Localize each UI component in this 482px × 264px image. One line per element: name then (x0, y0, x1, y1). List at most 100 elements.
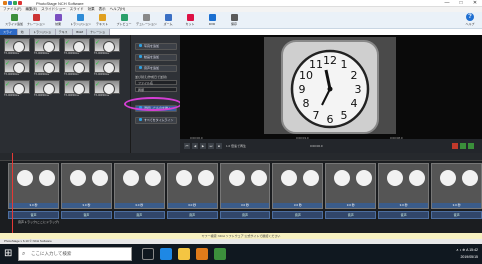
timeline-clip[interactable]: 3.0 秒 (272, 163, 324, 209)
window-title: PhotoStage NCH Software (36, 1, 84, 6)
all-to-timeline-button[interactable]: すべてをタイムライン (135, 117, 177, 124)
audio-clip[interactable]: 音声 (60, 211, 112, 219)
preview-icon (120, 14, 128, 21)
check-icon: ✓ (5, 40, 11, 46)
edge-icon[interactable] (160, 248, 172, 260)
check-icon: ✓ (95, 40, 101, 46)
dvd-button[interactable]: DVD (202, 14, 222, 28)
audio-clip[interactable]: 音声 (219, 211, 271, 219)
audio-clip[interactable]: 音声 (378, 211, 430, 219)
stop-button[interactable]: ■ (216, 143, 222, 149)
bin-clip[interactable]: ✓ TX-00090002 (34, 38, 60, 57)
check-icon: ✓ (5, 61, 11, 67)
close-button[interactable]: ✕ (468, 0, 482, 7)
sort-order-select[interactable]: 昇順 (135, 87, 177, 92)
audio-clip[interactable]: 音声 (166, 211, 218, 219)
clock-numeral: 2 (351, 69, 358, 82)
current-time: 0:00:00.0 (310, 144, 323, 148)
cut-icon (186, 14, 194, 21)
zoom-button[interactable]: ズーム (158, 14, 178, 28)
undo-icon[interactable] (13, 1, 17, 5)
timeline-clip[interactable]: 3.0 秒 (8, 163, 59, 209)
clip-image (438, 168, 459, 188)
audio-clip[interactable]: 音声 (431, 211, 482, 219)
bin-clip[interactable]: ✓ TX-00090011 (64, 80, 90, 99)
timeline-clip[interactable]: 3.0 秒 (113, 163, 165, 209)
timeline-ruler[interactable] (0, 153, 482, 161)
task-view-icon[interactable] (142, 248, 154, 260)
minimize-button[interactable]: — (440, 0, 454, 7)
text-button[interactable]: テキスト (92, 14, 112, 28)
clip-image (67, 168, 88, 188)
system-tray[interactable]: ∧ ♪ ⊕ A 15:42 2019/05/15 (456, 247, 478, 261)
save-icon (230, 14, 238, 21)
audio-clip[interactable]: 音声 (8, 211, 59, 219)
app-icon (3, 1, 7, 5)
bin-clip[interactable]: ✓ TX-00090001 (4, 38, 30, 57)
check-icon: ✓ (5, 82, 11, 88)
audio-clip[interactable]: 音声 (113, 211, 165, 219)
fullscreen-icon[interactable] (460, 143, 466, 149)
cut-button[interactable]: カット (180, 14, 200, 28)
timeline-clip[interactable]: 3.0 秒 (166, 163, 218, 209)
help-button[interactable]: ? ヘルプ (462, 13, 478, 28)
preview-button[interactable]: プレビュー (114, 14, 134, 28)
play-button[interactable]: ▶ (200, 143, 206, 149)
add-photos-button[interactable]: 写真を追加 (135, 43, 177, 50)
highlight-annotation (124, 97, 182, 111)
narration-button[interactable]: ナレーション (26, 14, 46, 28)
bin-clip[interactable]: ✓ TX-00090007 (64, 59, 90, 78)
settings-icon[interactable] (468, 143, 474, 149)
windows-start-icon[interactable]: ⊞ (4, 248, 16, 260)
bin-clip[interactable]: ✓ TX-00090012 (94, 80, 120, 99)
clock-numeral: 3 (355, 83, 362, 96)
timeline-clip[interactable]: 3.0 秒 (325, 163, 377, 209)
duration-icon (142, 14, 150, 21)
save-button[interactable]: 保存 (224, 14, 244, 28)
bin-clip[interactable]: ✓ TX-00090003 (64, 38, 90, 57)
add-video-button[interactable]: 動画を追加 (135, 54, 177, 61)
clip-image (279, 168, 300, 188)
step-back-button[interactable]: ◀ (192, 143, 198, 149)
redo-icon[interactable] (18, 1, 22, 5)
play-speed-label[interactable]: 1.0 倍速で再生 (226, 144, 246, 148)
timeline-clip[interactable]: 3.0 秒 (219, 163, 271, 209)
notice-banner[interactable]: ヤフー検索: NCH ソフトウェア 公式サイトで確認ください (0, 233, 482, 239)
bin-clip[interactable]: ✓ TX-00090010 (34, 80, 60, 99)
maximize-button[interactable]: □ (454, 0, 468, 7)
bin-clip[interactable]: ✓ TX-00090009 (4, 80, 30, 99)
bin-clip[interactable]: ✓ TX-00090008 (94, 59, 120, 78)
taskbar-search-input[interactable]: ⌕ ここに入力して検索 (18, 247, 132, 261)
timeline-clip[interactable]: 3.0 秒 (378, 163, 430, 209)
bin-clip[interactable]: ✓ TX-00090005 (4, 59, 30, 78)
sort-field-select[interactable]: ファイル名 (135, 80, 177, 85)
quick-access-toolbar[interactable] (3, 1, 33, 6)
preview-video: 12 1 2 3 4 5 6 7 8 9 10 11 (264, 37, 396, 134)
audio-clip[interactable]: 音声 (325, 211, 377, 219)
sort-label: 並び替え(作成日で並替) (135, 75, 167, 79)
photostage-taskbar-icon[interactable] (196, 248, 208, 260)
check-icon: ✓ (65, 40, 71, 46)
audio-clip[interactable]: 音声 (272, 211, 324, 219)
clip-image (142, 168, 163, 188)
go-start-button[interactable]: ⏮ (184, 143, 190, 149)
go-end-button[interactable]: ⏭ (208, 143, 214, 149)
record-icon[interactable] (452, 143, 458, 149)
duration-button[interactable]: デュレーション (136, 14, 157, 28)
bin-clip[interactable]: ✓ TX-00090006 (34, 59, 60, 78)
clock-numeral: 5 (341, 109, 348, 122)
clip-image (37, 168, 57, 188)
transition-button[interactable]: トランジション (70, 14, 91, 28)
app-taskbar-icon[interactable] (214, 248, 226, 260)
save-icon[interactable] (8, 1, 12, 5)
clock-numeral: 9 (299, 83, 306, 96)
add-audio-button[interactable]: 音声を追加 (135, 65, 177, 72)
effects-button[interactable]: 効果 (48, 14, 68, 28)
explorer-icon[interactable] (178, 248, 190, 260)
timeline-clip[interactable]: 3.0 秒 (431, 163, 482, 209)
playhead[interactable] (12, 153, 13, 233)
timeline-clip[interactable]: 3.0 秒 (60, 163, 112, 209)
add-slides-button[interactable]: スライド追加 (4, 14, 24, 28)
clock-image: 12 1 2 3 4 5 6 7 8 9 10 11 (264, 37, 396, 134)
bin-clip[interactable]: ✓ TX-00090004 (94, 38, 120, 57)
